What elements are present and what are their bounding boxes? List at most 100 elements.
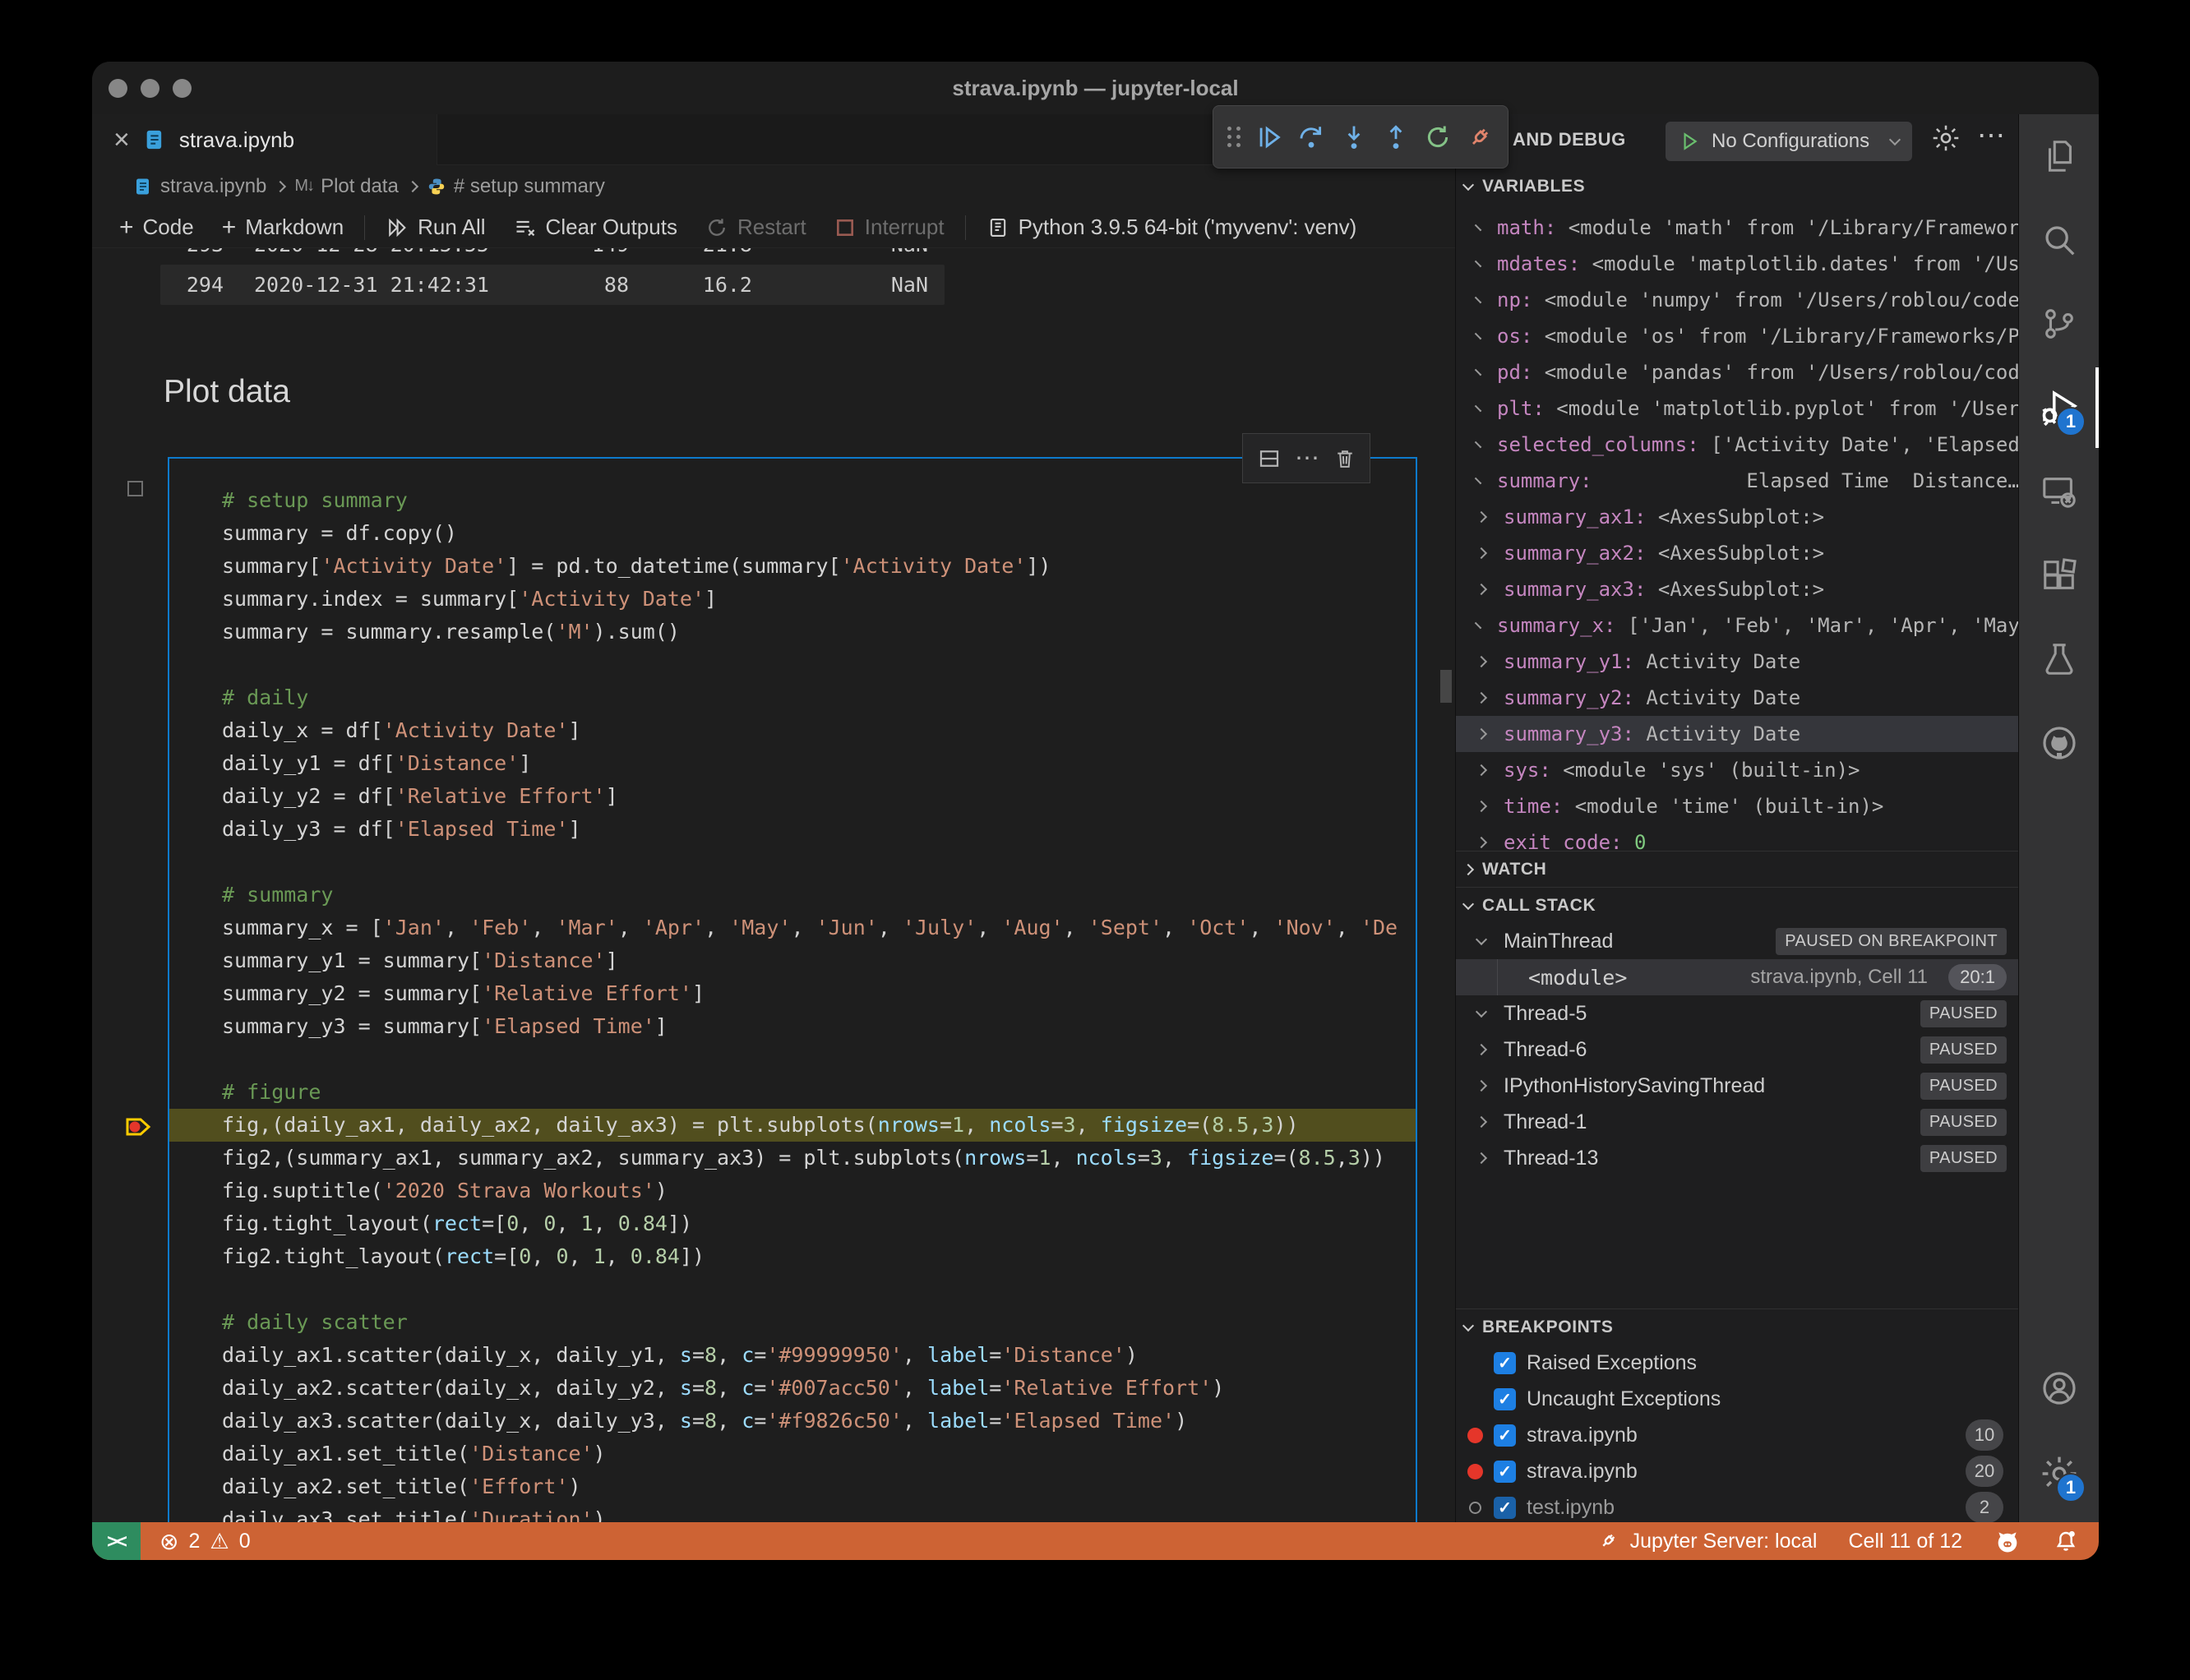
code-line[interactable]: # setup summary [169, 484, 1416, 517]
watch-section-header[interactable]: WATCH [1456, 851, 2018, 887]
breakpoint-row[interactable]: ✓ strava.ipynb 20 [1456, 1453, 2018, 1489]
code-line[interactable]: # figure [169, 1076, 1416, 1109]
close-icon[interactable]: × [113, 126, 130, 154]
code-line[interactable]: # daily scatter [169, 1306, 1416, 1339]
run-all-button[interactable]: Run All [372, 207, 499, 247]
code-line[interactable]: daily_ax1.scatter(daily_x, daily_y1, s=8… [169, 1339, 1416, 1372]
code-line[interactable]: daily_ax2.set_title('Effort') [169, 1470, 1416, 1503]
variable-row[interactable]: selected_columns: ['Activity Date', 'Ela… [1456, 427, 2018, 463]
breakpoint-row[interactable]: ✓ Uncaught Exceptions [1456, 1381, 2018, 1417]
code-line[interactable]: summary_y3 = summary['Elapsed Time'] [169, 1010, 1416, 1043]
variable-row[interactable]: time: <module 'time' (built-in)> [1456, 788, 2018, 824]
call-stack-thread[interactable]: Thread-5 PAUSED [1456, 995, 2018, 1032]
variable-row[interactable]: summary_y1: Activity Date [1456, 644, 2018, 680]
variable-row[interactable]: summary_y2: Activity Date [1456, 680, 2018, 716]
code-line[interactable]: summary['Activity Date'] = pd.to_datetim… [169, 550, 1416, 583]
code-line[interactable]: summary = summary.resample('M').sum() [169, 616, 1416, 648]
sidebar-item-extensions[interactable] [2019, 533, 2099, 617]
breadcrumb-cell[interactable]: # setup summary [427, 175, 605, 198]
code-line[interactable]: fig2.tight_layout(rect=[0, 0, 1, 0.84]) [169, 1240, 1416, 1273]
variables-section-header[interactable]: VARIABLES [1456, 168, 2018, 205]
problems-indicator[interactable]: ⊗ 2 ⚠ 0 [159, 1528, 251, 1555]
code-line[interactable]: daily_ax1.set_title('Distance') [169, 1438, 1416, 1470]
variable-row[interactable]: summary_ax2: <AxesSubplot:> [1456, 535, 2018, 571]
code-line[interactable]: # summary [169, 879, 1416, 912]
sidebar-item-explorer[interactable] [2019, 114, 2099, 198]
disconnect-button[interactable] [1466, 123, 1494, 151]
sidebar-item-search[interactable] [2019, 198, 2099, 282]
sidebar-item-remote-explorer[interactable] [2019, 450, 2099, 533]
code-line[interactable]: daily_x = df['Activity Date'] [169, 714, 1416, 747]
step-out-button[interactable] [1382, 123, 1410, 151]
step-over-button[interactable] [1297, 123, 1325, 151]
jupyter-server-indicator[interactable]: Jupyter Server: local [1596, 1529, 1817, 1553]
notifications-bell-icon[interactable] [2053, 1528, 2079, 1554]
notebook-editor[interactable]: 2932020-12-28 20:15:5514921.8NaN2942020-… [92, 248, 1455, 1522]
breakpoints-section-header[interactable]: BREAKPOINTS [1456, 1308, 2018, 1345]
drag-handle-icon[interactable] [1227, 127, 1241, 147]
variable-row[interactable]: os: <module 'os' from '/Library/Framewor… [1456, 318, 2018, 354]
call-stack-thread[interactable]: Thread-6 PAUSED [1456, 1032, 2018, 1068]
tab-strava-ipynb[interactable]: × strava.ipynb [92, 114, 437, 165]
code-area[interactable]: # setup summary summary = df.copy() summar… [169, 484, 1416, 1522]
debug-configuration-dropdown[interactable]: No Configurations [1666, 122, 1912, 161]
code-line[interactable]: fig,(daily_ax1, daily_ax2, daily_ax3) = … [169, 1109, 1416, 1142]
cell-indicator[interactable]: Cell 11 of 12 [1848, 1530, 1962, 1553]
call-stack-thread[interactable]: IPythonHistorySavingThread PAUSED [1456, 1068, 2018, 1104]
code-line[interactable] [169, 1043, 1416, 1076]
interrupt-kernel-button[interactable]: Interrupt [820, 207, 959, 247]
remote-indicator[interactable]: >< [92, 1522, 141, 1560]
code-line[interactable]: daily_ax3.set_title('Duration') [169, 1503, 1416, 1522]
code-line[interactable]: daily_y1 = df['Distance'] [169, 747, 1416, 780]
breakpoint-row[interactable]: ✓ strava.ipynb 10 [1456, 1417, 2018, 1453]
variable-row[interactable]: pd: <module 'pandas' from '/Users/roblou… [1456, 354, 2018, 390]
sidebar-item-testing[interactable] [2019, 617, 2099, 701]
variable-row[interactable]: exit_code: 0 [1456, 824, 2018, 851]
variable-row[interactable]: summary_y3: Activity Date [1456, 716, 2018, 752]
call-stack-thread[interactable]: Thread-1 PAUSED [1456, 1104, 2018, 1140]
breakpoint-row[interactable]: ✓ test.ipynb 2 [1456, 1489, 2018, 1525]
restart-kernel-button[interactable]: Restart [691, 207, 820, 247]
sidebar-item-accounts[interactable] [2019, 1346, 2099, 1430]
code-cell[interactable]: # setup summary summary = df.copy() summar… [168, 457, 1417, 1522]
cell-selection-handle[interactable] [127, 481, 143, 496]
code-line[interactable]: # daily [169, 681, 1416, 714]
code-line[interactable] [169, 648, 1416, 681]
breakpoint-row[interactable]: ✓ Raised Exceptions [1456, 1345, 2018, 1381]
code-line[interactable]: daily_y2 = df['Relative Effort'] [169, 780, 1416, 813]
sidebar-item-github[interactable] [2019, 701, 2099, 785]
breakpoint-checkbox[interactable]: ✓ [1494, 1424, 1516, 1447]
sidebar-item-run-and-debug[interactable]: 1 [2019, 366, 2099, 450]
breadcrumb-file[interactable]: strava.ipynb [133, 175, 266, 198]
paused-breakpoint-icon[interactable] [123, 1112, 153, 1142]
call-stack-thread[interactable]: MainThread PAUSED ON BREAKPOINT [1456, 923, 2018, 959]
variable-row[interactable]: summary_ax1: <AxesSubplot:> [1456, 499, 2018, 535]
code-line[interactable]: daily_y3 = df['Elapsed Time'] [169, 813, 1416, 846]
code-line[interactable]: summary.index = summary['Activity Date'] [169, 583, 1416, 616]
variable-row[interactable]: mdates: <module 'matplotlib.dates' from … [1456, 246, 2018, 282]
continue-button[interactable] [1255, 123, 1283, 151]
split-cell-icon[interactable] [1257, 446, 1282, 471]
breakpoint-checkbox[interactable]: ✓ [1494, 1460, 1516, 1483]
code-line[interactable]: fig2,(summary_ax1, summary_ax2, summary_… [169, 1142, 1416, 1175]
add-markdown-cell-button[interactable]: + Markdown [208, 207, 358, 247]
code-line[interactable] [169, 1273, 1416, 1306]
variable-row[interactable]: sys: <module 'sys' (built-in)> [1456, 752, 2018, 788]
call-stack-frame[interactable]: <module> strava.ipynb, Cell 11 20:1 [1456, 959, 2018, 995]
variable-row[interactable]: plt: <module 'matplotlib.pyplot' from '/… [1456, 390, 2018, 427]
code-line[interactable]: summary = df.copy() [169, 517, 1416, 550]
code-line[interactable] [169, 846, 1416, 879]
variable-row[interactable]: math: <module 'math' from '/Library/Fram… [1456, 210, 2018, 246]
call-stack-section-header[interactable]: CALL STACK [1456, 887, 2018, 923]
delete-cell-icon[interactable] [1333, 447, 1356, 470]
step-into-button[interactable] [1340, 123, 1368, 151]
code-line[interactable]: fig.suptitle('2020 Strava Workouts') [169, 1175, 1416, 1207]
feedback-pig-icon[interactable] [1994, 1527, 2021, 1555]
more-actions-icon[interactable]: ⋯ [1977, 119, 2005, 152]
variable-row[interactable]: summary_ax3: <AxesSubplot:> [1456, 571, 2018, 607]
code-line[interactable]: fig.tight_layout(rect=[0, 0, 1, 0.84]) [169, 1207, 1416, 1240]
clear-outputs-button[interactable]: Clear Outputs [500, 207, 691, 247]
restart-button[interactable] [1424, 123, 1452, 151]
variable-row[interactable]: np: <module 'numpy' from '/Users/roblou/… [1456, 282, 2018, 318]
breakpoint-checkbox[interactable]: ✓ [1494, 1496, 1516, 1519]
